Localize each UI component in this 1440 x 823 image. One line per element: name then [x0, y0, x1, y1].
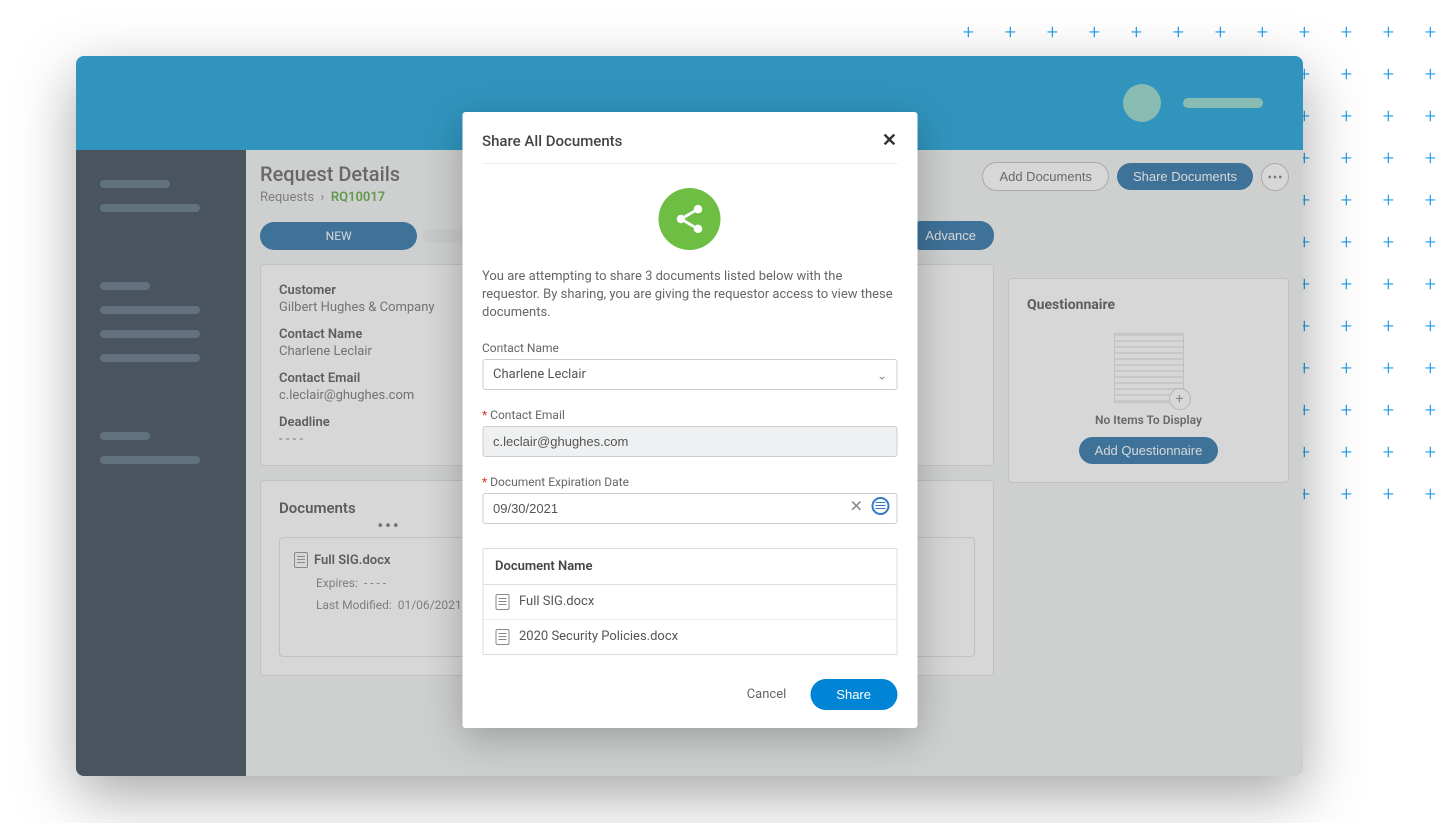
share-button[interactable]: Share — [810, 679, 897, 710]
modal-description: You are attempting to share 3 documents … — [482, 268, 897, 323]
document-table: Document Name Full SIG.docx 2020 Securit… — [482, 548, 897, 655]
calendar-icon[interactable] — [871, 497, 889, 515]
table-row: Full SIG.docx — [483, 585, 896, 620]
file-icon — [495, 629, 509, 645]
clear-icon[interactable]: ✕ — [850, 497, 863, 516]
table-header: Document Name — [483, 549, 896, 585]
share-icon — [659, 188, 721, 250]
expiration-label: * Document Expiration Date — [482, 475, 897, 489]
file-icon — [495, 594, 509, 610]
contact-email-label: * Contact Email — [482, 408, 897, 422]
expiration-date-input[interactable] — [482, 493, 897, 524]
contact-name-label: Contact Name — [482, 341, 897, 355]
modal-title: Share All Documents — [482, 132, 622, 150]
cancel-button[interactable]: Cancel — [747, 687, 787, 702]
contact-name-select[interactable]: Charlene Leclair — [482, 359, 897, 390]
table-row: 2020 Security Policies.docx — [483, 620, 896, 654]
app-window: Request Details Requests › RQ10017 NEW C… — [76, 56, 1303, 776]
share-modal: Share All Documents ✕ You are attempting… — [462, 112, 917, 728]
close-icon[interactable]: ✕ — [882, 130, 897, 151]
contact-email-input[interactable] — [482, 426, 897, 457]
